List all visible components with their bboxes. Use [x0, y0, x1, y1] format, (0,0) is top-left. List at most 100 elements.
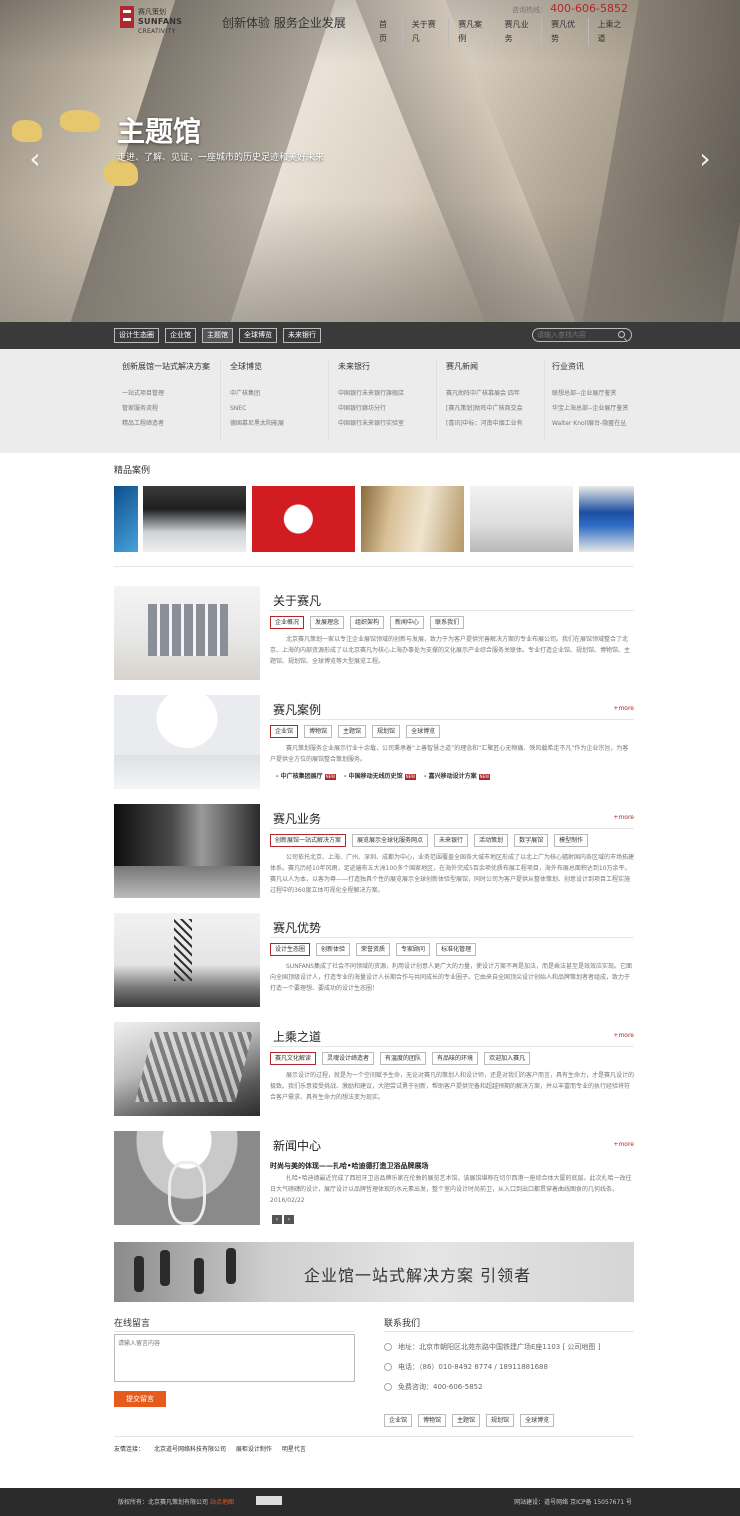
tag[interactable]: 规划馆 [486, 1414, 515, 1427]
tag[interactable]: 企业馆 [270, 725, 299, 738]
tag[interactable]: 企业馆 [384, 1414, 413, 1427]
section-title[interactable]: 赛凡业务 [273, 810, 321, 827]
mega-link[interactable]: 中国银行未来银行旗舰店 [338, 386, 446, 401]
tag[interactable]: 创新体验 [316, 943, 351, 956]
tag[interactable]: 有温度的团队 [380, 1052, 427, 1065]
section-title[interactable]: 赛凡案例 [273, 701, 321, 718]
section-title[interactable]: 新闻中心 [273, 1137, 321, 1154]
mega-link[interactable]: 中广核集团 [230, 386, 338, 401]
mega-link[interactable]: Walter Knoll展台-隐匿在丛 [552, 416, 642, 431]
nav-business[interactable]: 赛凡业务 [494, 18, 541, 46]
tag[interactable]: 全球博览 [520, 1414, 555, 1427]
tab-global-expo[interactable]: 全球博览 [239, 328, 277, 343]
tab-design-eco[interactable]: 设计生态圈 [114, 328, 159, 343]
tag[interactable]: 灵魂设计缔造者 [322, 1052, 375, 1065]
message-input[interactable] [115, 1335, 354, 1381]
mega-col-title[interactable]: 行业资讯 [552, 361, 642, 372]
search-icon[interactable] [618, 331, 625, 338]
tag[interactable]: 标准化管理 [436, 943, 477, 956]
tag[interactable]: 荣誉资质 [356, 943, 391, 956]
search-input[interactable] [537, 330, 617, 340]
tag[interactable]: 展览展示全球化服务网点 [352, 834, 429, 847]
tag[interactable]: 主题馆 [338, 725, 367, 738]
mega-link[interactable]: 管家服务流程 [122, 401, 230, 416]
tag[interactable]: 活动策划 [474, 834, 509, 847]
tag[interactable]: 专家顾问 [396, 943, 431, 956]
more-link[interactable]: +more [613, 1032, 634, 1039]
section-title[interactable]: 赛凡优势 [273, 919, 321, 936]
tag[interactable]: 全球博览 [406, 725, 441, 738]
tag[interactable]: 赛凡文化解读 [270, 1052, 317, 1065]
more-link[interactable]: +more [613, 705, 634, 712]
case-thumb[interactable] [143, 486, 246, 552]
tag[interactable]: 数字展馆 [514, 834, 549, 847]
hero-prev-arrow-icon[interactable]: ‹ [26, 145, 44, 173]
tab-theme[interactable]: 主题馆 [202, 328, 233, 343]
tag[interactable]: 联系我们 [430, 616, 465, 629]
headset-icon [384, 1383, 392, 1391]
case-link[interactable]: - 中国移动无线历史馆 NEW [344, 773, 417, 780]
friend-link[interactable]: 明星代言 [282, 1446, 306, 1453]
tag[interactable]: 发展理念 [310, 616, 345, 629]
case-link[interactable]: - 嘉兴移动设计方案 NEW [424, 773, 491, 780]
news-prev-icon[interactable]: ‹ [272, 1215, 282, 1224]
tag[interactable]: 欢迎加入赛凡 [484, 1052, 531, 1065]
mega-col-title[interactable]: 未来银行 [338, 361, 446, 372]
case-thumb[interactable] [252, 486, 355, 552]
friend-link[interactable]: 北京道号网络科技有限公司 [154, 1446, 226, 1453]
news-headline[interactable]: 时尚与美的体现——扎哈•哈迪德打造卫浴品牌展场 [270, 1161, 428, 1171]
nav-about[interactable]: 关于赛凡 [401, 18, 448, 46]
mega-link[interactable]: [赛凡策划]助阵中广核商交会 [446, 401, 554, 416]
tag[interactable]: 设计生态圈 [270, 943, 311, 956]
mega-link[interactable]: SNEC [230, 401, 338, 416]
mega-link[interactable]: 赛凡助阵中广核慕展会 四年 [446, 386, 554, 401]
hero-next-arrow-icon[interactable]: › [696, 145, 714, 173]
nav-home[interactable]: 首页 [370, 18, 402, 46]
nav-way[interactable]: 上乘之道 [587, 18, 634, 46]
mega-link[interactable]: 一站式项目管理 [122, 386, 230, 401]
case-thumb[interactable] [470, 486, 573, 552]
submit-message-button[interactable]: 提交留言 [114, 1391, 166, 1407]
mega-col-title[interactable]: 创新展馆一站式解决方案 [122, 361, 230, 372]
section-title[interactable]: 上乘之道 [273, 1028, 321, 1045]
tag[interactable]: 未来银行 [434, 834, 469, 847]
mega-link[interactable]: 联想总部--企业展厅鉴赏 [552, 386, 642, 401]
tag[interactable]: 博物馆 [418, 1414, 447, 1427]
nav-cases[interactable]: 赛凡案例 [448, 18, 494, 46]
friend-link[interactable]: 展柜设计制作 [236, 1446, 272, 1453]
mega-link[interactable]: 德国慕尼黑太阳能展 [230, 416, 338, 431]
tag[interactable]: 组织架构 [350, 616, 385, 629]
tag[interactable]: 新闻中心 [390, 616, 425, 629]
tag[interactable]: 模型制作 [554, 834, 589, 847]
case-thumb[interactable] [361, 486, 464, 552]
tab-future-bank[interactable]: 未来银行 [283, 328, 321, 343]
hero-banner[interactable]: 赛凡策划 SUNFANS CREATIVITY 创新体验 服务企业发展 咨询热线… [0, 0, 740, 322]
banner-decor [134, 1256, 144, 1292]
tag[interactable]: 规划馆 [372, 725, 401, 738]
promo-banner[interactable]: 企业馆一站式解决方案 引领者 [114, 1242, 634, 1302]
tag[interactable]: 有品味的环境 [432, 1052, 479, 1065]
more-link[interactable]: +more [613, 814, 634, 821]
mega-link[interactable]: 华宝上海总部--企业展厅鉴赏 [552, 401, 642, 416]
case-thumb[interactable] [579, 486, 634, 552]
mega-col-title[interactable]: 全球博览 [230, 361, 338, 372]
nav-advantage[interactable]: 赛凡优势 [541, 18, 587, 46]
cnzz-badge-icon[interactable] [256, 1496, 282, 1505]
mega-link[interactable]: 中国银行未来银行实验室 [338, 416, 446, 431]
more-link[interactable]: +more [613, 1141, 634, 1148]
tag[interactable]: 创新展馆一站式解决方案 [270, 834, 347, 847]
sitemap-link[interactable]: 站点地图 [210, 1499, 234, 1506]
mega-col-title[interactable]: 赛凡新闻 [446, 361, 554, 372]
case-link[interactable]: - 中广核集团展厅 NEW [276, 773, 337, 780]
mega-link[interactable]: 中国银行廊坊分行 [338, 401, 446, 416]
case-thumb[interactable] [114, 486, 138, 552]
news-next-icon[interactable]: › [284, 1215, 294, 1224]
mega-link[interactable]: 精品工程缔造者 [122, 416, 230, 431]
tag[interactable]: 主题馆 [452, 1414, 481, 1427]
tag[interactable]: 博物馆 [304, 725, 333, 738]
tab-enterprise[interactable]: 企业馆 [165, 328, 196, 343]
section-title[interactable]: 关于赛凡 [273, 592, 321, 609]
mega-link[interactable]: [喜讯]中标：河南中烟工业有 [446, 416, 554, 431]
tag[interactable]: 企业概况 [270, 616, 305, 629]
logo[interactable]: 赛凡策划 SUNFANS CREATIVITY [120, 6, 210, 35]
